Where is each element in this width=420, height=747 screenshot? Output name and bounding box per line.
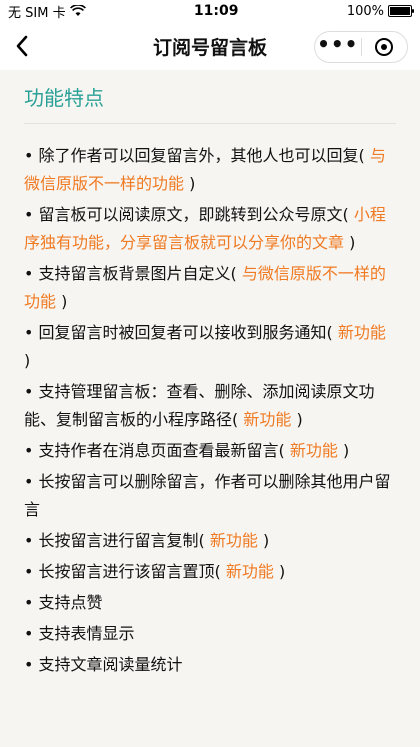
- feature-text: • 支持文章阅读量统计: [24, 655, 183, 674]
- status-time: 11:09: [193, 3, 239, 19]
- feature-highlight: 新功能: [238, 410, 297, 429]
- feature-item: • 支持留言板背景图片自定义( 与微信原版不一样的功能 ): [24, 260, 396, 316]
- feature-highlight: 新功能: [332, 323, 386, 342]
- mini-program-capsule: •••: [314, 31, 408, 63]
- feature-text: • 支持管理留言板：查看、删除、添加阅读原文功能、复制留言板的小程序路径(: [24, 382, 375, 429]
- close-mini-program-button[interactable]: [362, 32, 408, 62]
- feature-text: • 留言板可以阅读原文，即跳转到公众号原文(: [24, 205, 349, 224]
- feature-text: • 除了作者可以回复留言外，其他人也可以回复(: [24, 146, 365, 165]
- feature-text: • 长按留言进行该留言置顶(: [24, 562, 221, 581]
- feature-item: • 长按留言进行该留言置顶( 新功能 ): [24, 558, 396, 586]
- feature-item: • 留言板可以阅读原文，即跳转到公众号原文( 小程序独有功能，分享留言板就可以分…: [24, 201, 396, 257]
- more-dots-icon: •••: [317, 32, 359, 56]
- feature-closing: ): [296, 410, 303, 429]
- feature-item: • 支持点赞: [24, 589, 396, 617]
- feature-closing: ): [61, 292, 68, 311]
- carrier-label: 无 SIM 卡: [8, 5, 66, 21]
- feature-text: • 回复留言时被回复者可以接收到服务通知(: [24, 323, 333, 342]
- feature-text: • 长按留言进行留言复制(: [24, 531, 205, 550]
- feature-closing: ): [262, 531, 270, 550]
- feature-highlight: 新功能: [284, 441, 343, 460]
- feature-closing: ): [189, 174, 196, 193]
- feature-closing: ): [24, 351, 31, 370]
- feature-text: • 支持点赞: [24, 593, 103, 612]
- chevron-left-icon: [16, 35, 28, 57]
- feature-text: • 支持作者在消息页面查看最新留言(: [24, 441, 285, 460]
- battery-percentage: 100%: [346, 3, 384, 19]
- feature-item: • 支持管理留言板：查看、删除、添加阅读原文功能、复制留言板的小程序路径( 新功…: [24, 378, 396, 434]
- content-inner: 功能特点 • 除了作者可以回复留言外，其他人也可以回复( 与微信原版不一样的功能…: [24, 70, 396, 679]
- feature-text: • 支持表情显示: [24, 624, 135, 643]
- feature-text: • 长按留言可以删除留言，作者可以删除其他用户留言: [24, 472, 391, 519]
- status-left: 无 SIM 卡: [8, 2, 86, 21]
- more-options-button[interactable]: •••: [315, 32, 361, 62]
- status-bar: 无 SIM 卡 11:09 100%: [0, 0, 420, 22]
- back-button[interactable]: [2, 22, 42, 70]
- status-right: 100%: [346, 3, 414, 19]
- feature-item: • 长按留言进行留言复制( 新功能 ): [24, 527, 396, 555]
- feature-highlight: 新功能: [204, 531, 263, 550]
- feature-item: • 支持作者在消息页面查看最新留言( 新功能 ): [24, 437, 396, 465]
- feature-list: • 除了作者可以回复留言外，其他人也可以回复( 与微信原版不一样的功能 ) • 留…: [24, 142, 396, 679]
- feature-closing: ): [342, 441, 350, 460]
- feature-item: • 支持表情显示: [24, 620, 396, 648]
- section-title: 功能特点: [24, 82, 396, 124]
- target-icon: [375, 38, 394, 56]
- battery-icon: [387, 5, 414, 17]
- feature-closing: ): [349, 233, 356, 252]
- content-area: 功能特点 • 除了作者可以回复留言外，其他人也可以回复( 与微信原版不一样的功能…: [0, 70, 420, 747]
- feature-text: • 支持留言板背景图片自定义(: [24, 264, 237, 283]
- wifi-icon: [69, 5, 86, 16]
- feature-item: • 长按留言可以删除留言，作者可以删除其他用户留言: [24, 468, 396, 524]
- feature-highlight: 新功能: [220, 562, 279, 581]
- navigation-bar: 订阅号留言板 •••: [0, 22, 420, 70]
- feature-item: • 支持文章阅读量统计: [24, 651, 396, 679]
- feature-item: • 回复留言时被回复者可以接收到服务通知( 新功能 ): [24, 319, 396, 375]
- feature-closing: ): [278, 562, 286, 581]
- feature-item: • 除了作者可以回复留言外，其他人也可以回复( 与微信原版不一样的功能 ): [24, 142, 396, 198]
